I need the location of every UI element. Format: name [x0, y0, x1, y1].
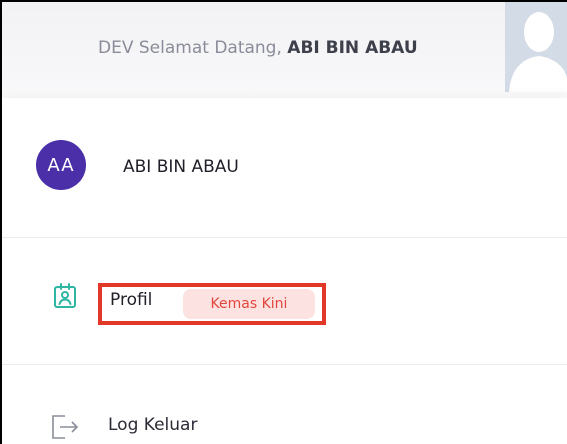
- greeting-label: Selamat Datang,: [138, 38, 282, 58]
- person-silhouette-icon: [505, 2, 567, 92]
- menu-item-profil[interactable]: Profil Kemas Kini: [2, 238, 567, 365]
- user-photo-avatar[interactable]: [505, 2, 567, 92]
- window-border-top: [0, 0, 567, 2]
- initials-avatar: AA: [36, 140, 86, 190]
- menu-item-label-log-keluar: Log Keluar: [108, 415, 198, 435]
- user-dropdown-menu: AA ABI BIN ABAU Profil Kemas Kini Log Ke…: [2, 98, 567, 444]
- logout-icon: [52, 415, 79, 439]
- header-user-name: ABI BIN ABAU: [287, 38, 418, 58]
- dropdown-user-name: ABI BIN ABAU: [123, 157, 239, 177]
- dropdown-user-header: AA ABI BIN ABAU: [2, 98, 567, 238]
- top-header: DEV Selamat Datang, ABI BIN ABAU: [2, 2, 567, 98]
- app-frame: DEV Selamat Datang, ABI BIN ABAU AA ABI …: [0, 0, 567, 444]
- menu-item-label-profil: Profil: [110, 290, 153, 310]
- profile-card-icon: [54, 283, 76, 308]
- menu-item-log-keluar[interactable]: Log Keluar: [2, 365, 567, 444]
- update-badge[interactable]: Kemas Kini: [183, 289, 315, 319]
- env-label: DEV: [98, 38, 134, 58]
- greeting-text: DEV Selamat Datang, ABI BIN ABAU: [98, 38, 418, 58]
- window-border-left: [0, 0, 2, 444]
